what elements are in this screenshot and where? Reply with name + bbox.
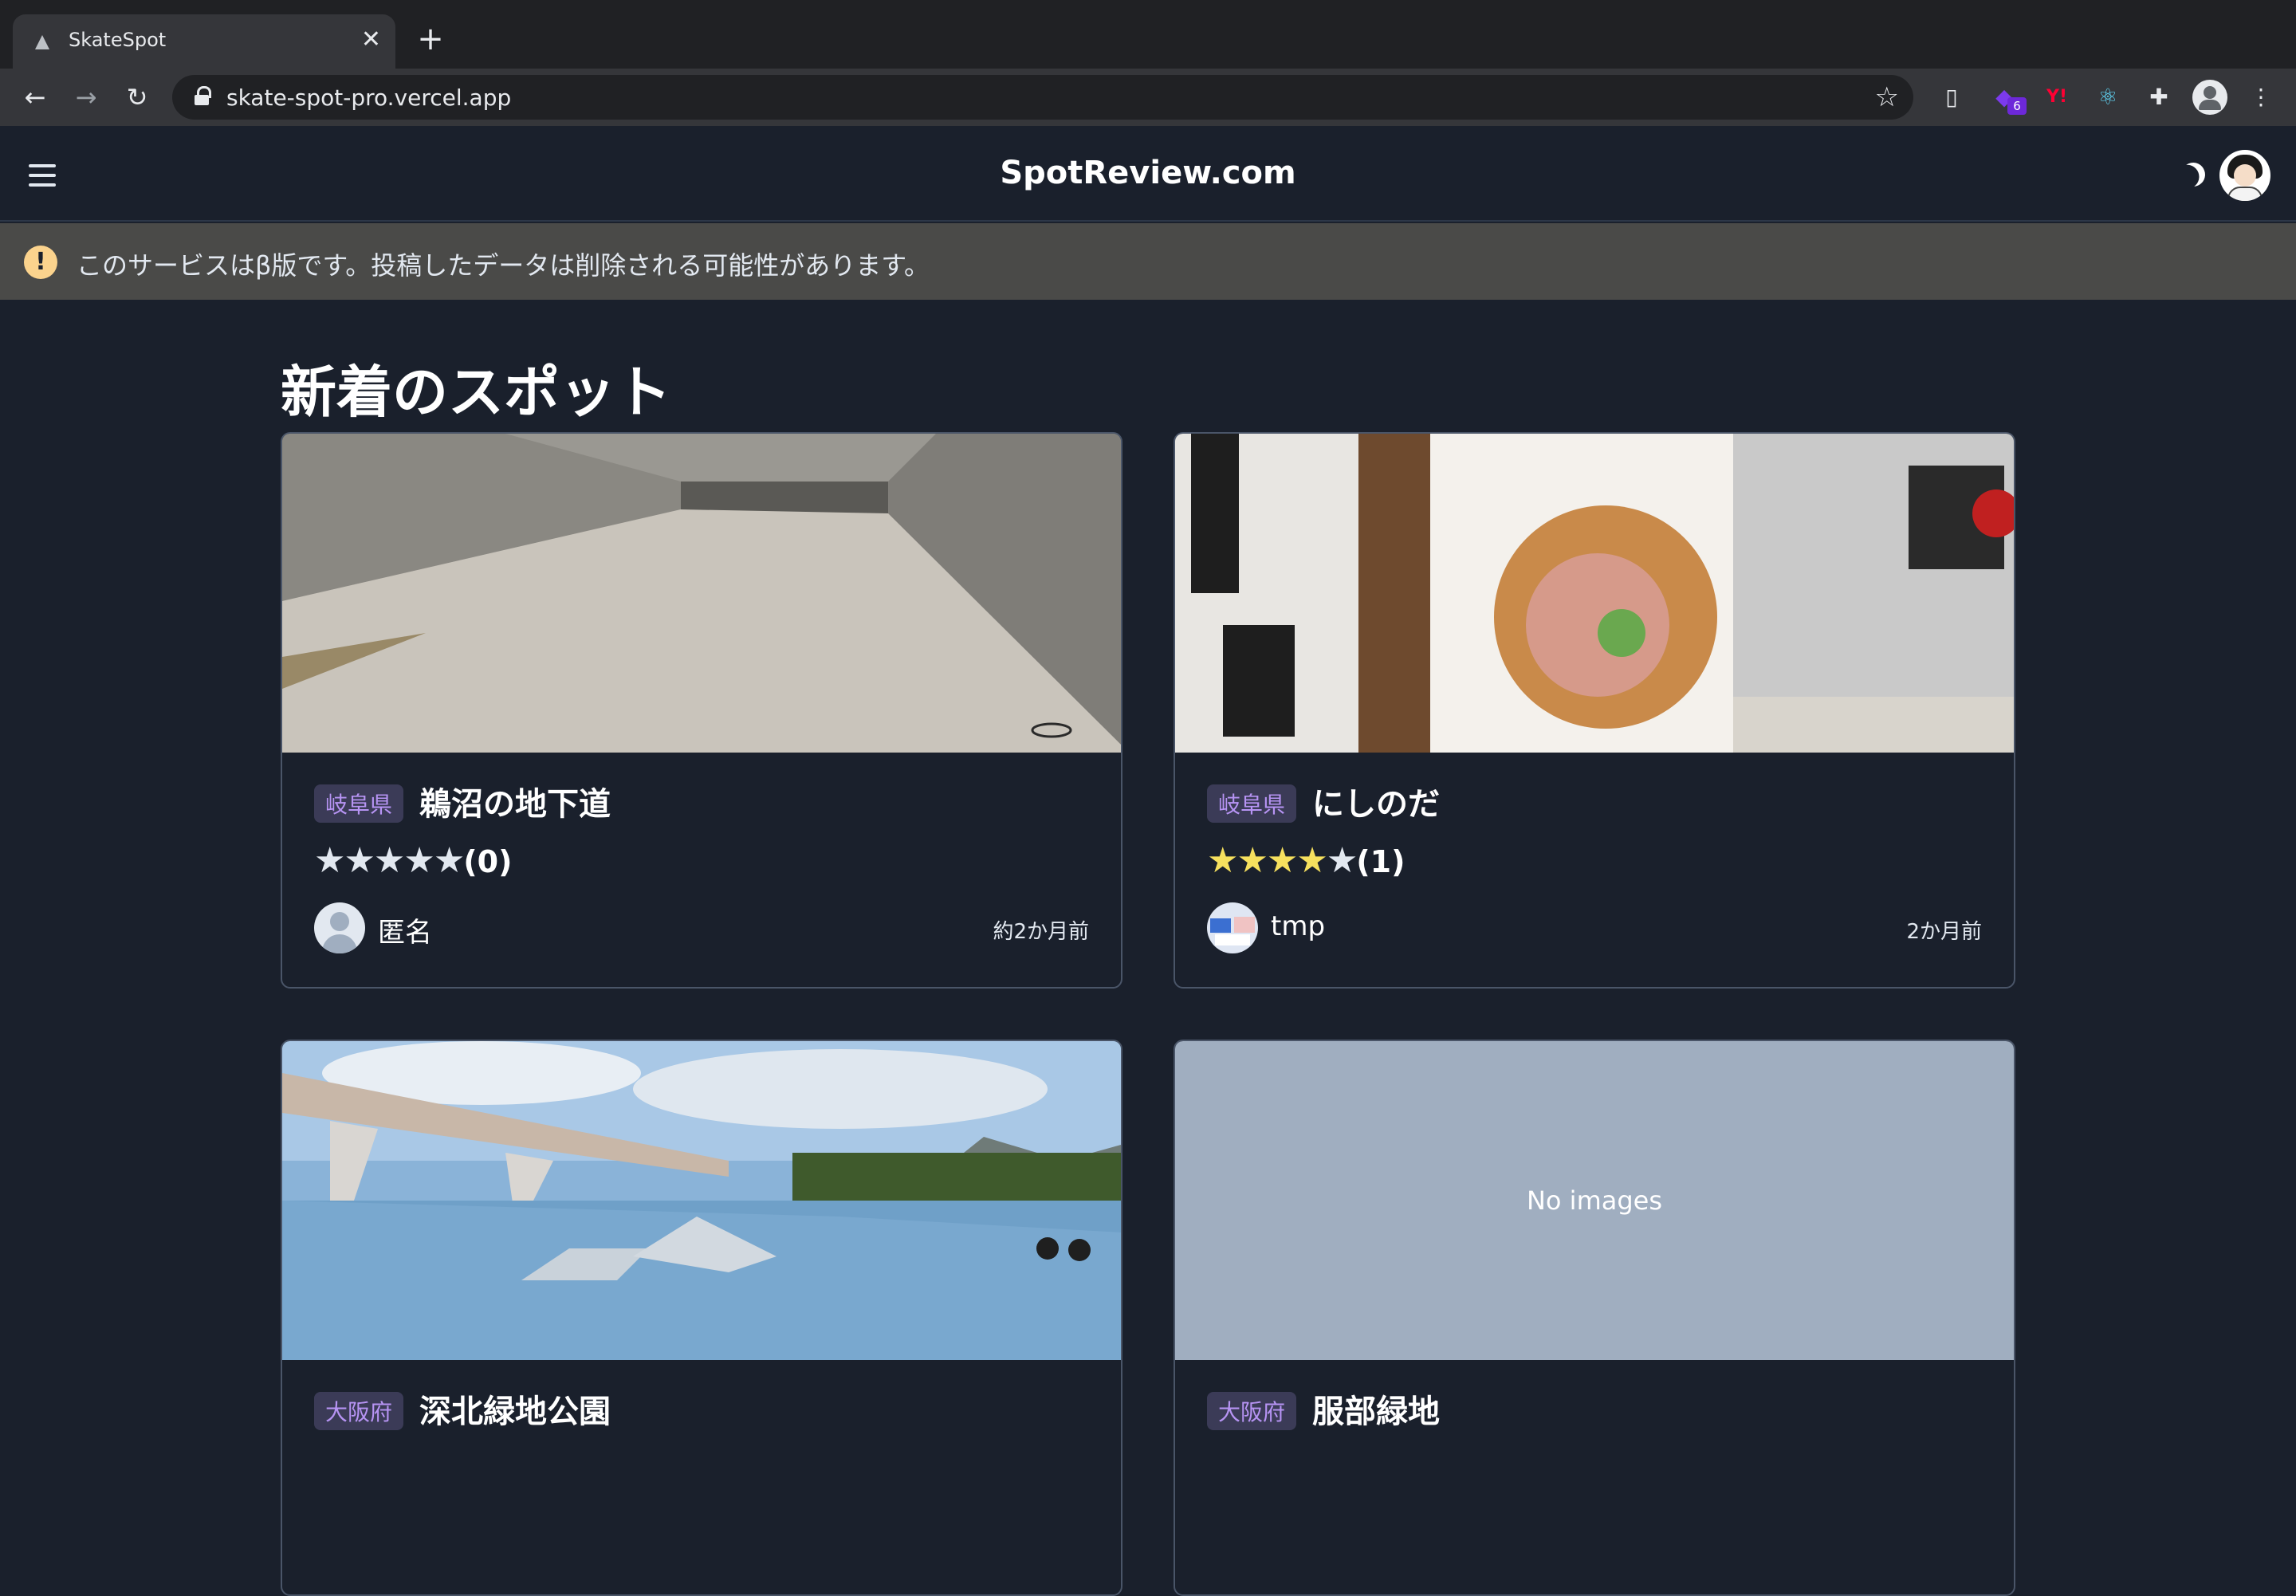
star-icon: ★ xyxy=(1236,840,1268,881)
anonymous-user-avatar-icon xyxy=(314,902,365,953)
browser-tab[interactable]: SkateSpot ✕ xyxy=(13,14,395,69)
rating-stars: ★★★★★(0) xyxy=(314,840,512,881)
prefecture-badge: 岐阜県 xyxy=(314,784,404,823)
posted-time: 2か月前 xyxy=(1906,920,1982,944)
yahoo-extension-icon[interactable]: Y! xyxy=(2041,81,2073,113)
user-avatar[interactable] xyxy=(2219,150,2270,201)
prefecture-badge: 岐阜県 xyxy=(1207,784,1297,823)
rating-stars: ★★★★★(1) xyxy=(1207,840,1405,881)
star-icon: ★ xyxy=(314,840,345,881)
back-icon[interactable]: ← xyxy=(16,78,54,116)
extension-badge: 6 xyxy=(2007,97,2027,115)
spot-card[interactable]: 大阪府 深北緑地公園 xyxy=(281,1040,1122,1596)
spot-image xyxy=(282,434,1121,753)
no-image-placeholder: No images xyxy=(1175,1041,2014,1360)
prefecture-badge: 大阪府 xyxy=(1207,1392,1297,1430)
star-icon: ★ xyxy=(1326,840,1358,881)
browser-toolbar: ← → ↻ skate-spot-pro.vercel.app ☆ ▯ ◆ 6 Y… xyxy=(0,69,2296,126)
spot-image xyxy=(282,1041,1121,1360)
site-favicon-icon xyxy=(35,35,49,49)
spot-card[interactable]: No images 大阪府 服部緑地 xyxy=(1174,1040,2015,1596)
react-devtools-icon[interactable]: ⚛ xyxy=(2092,81,2124,113)
browser-tab-strip: SkateSpot ✕ + xyxy=(0,0,2296,69)
spot-name[interactable]: 服部緑地 xyxy=(1312,1386,1440,1432)
spot-name[interactable]: 鵜沼の地下道 xyxy=(419,778,611,824)
beta-alert: ! このサービスはβ版です。投稿したデータは削除される可能性があります。 xyxy=(0,223,2296,300)
alert-text: このサービスはβ版です。投稿したデータは削除される可能性があります。 xyxy=(77,250,930,281)
bookmark-star-icon[interactable]: ☆ xyxy=(1875,81,1899,113)
browser-menu-icon[interactable]: ⋮ xyxy=(2245,81,2277,113)
spot-card[interactable]: 岐阜県 にしのだ ★★★★★(1) tmp 2か月前 xyxy=(1174,432,2015,989)
spot-card[interactable]: 岐阜県 鵜沼の地下道 ★★★★★(0) 匿名 約2か月前 xyxy=(281,432,1122,989)
warning-icon: ! xyxy=(24,246,57,279)
star-icon: ★ xyxy=(373,840,405,881)
tab-title: SkateSpot xyxy=(69,29,167,51)
spot-name[interactable]: にしのだ xyxy=(1312,778,1440,824)
star-icon: ★ xyxy=(1207,840,1238,881)
extension-puzzle-purple-icon[interactable]: ◆ 6 xyxy=(1988,81,2027,115)
url-text: skate-spot-pro.vercel.app xyxy=(226,85,512,111)
star-icon: ★ xyxy=(1296,840,1327,881)
address-bar[interactable]: skate-spot-pro.vercel.app ☆ xyxy=(172,75,1913,120)
new-tab-button[interactable]: + xyxy=(411,21,450,59)
star-icon: ★ xyxy=(1266,840,1298,881)
star-icon: ★ xyxy=(344,840,375,881)
reload-icon[interactable]: ↻ xyxy=(118,78,156,116)
posted-time: 約2か月前 xyxy=(993,920,1089,944)
author-name: 匿名 xyxy=(378,917,432,949)
page-title: 新着のスポット xyxy=(281,360,671,425)
lock-icon xyxy=(195,86,211,105)
forward-icon[interactable]: → xyxy=(67,78,105,116)
site-header: SpotReview.com xyxy=(0,126,2296,222)
prefecture-badge: 大阪府 xyxy=(314,1392,404,1430)
review-count: (1) xyxy=(1356,844,1406,879)
split-view-icon[interactable]: ▯ xyxy=(1936,81,1968,113)
site-brand[interactable]: SpotReview.com xyxy=(0,155,2296,191)
review-count: (0) xyxy=(463,844,513,879)
browser-profile-icon[interactable] xyxy=(2192,80,2227,115)
spot-name[interactable]: 深北緑地公園 xyxy=(419,1386,611,1432)
tab-close-icon[interactable]: ✕ xyxy=(361,26,381,53)
spot-image xyxy=(1175,434,2014,753)
extensions-icon[interactable]: ✚ xyxy=(2143,81,2175,113)
star-icon: ★ xyxy=(403,840,434,881)
author-name: tmp xyxy=(1271,910,1326,942)
user-avatar-icon xyxy=(1207,902,1258,953)
star-icon: ★ xyxy=(433,840,465,881)
